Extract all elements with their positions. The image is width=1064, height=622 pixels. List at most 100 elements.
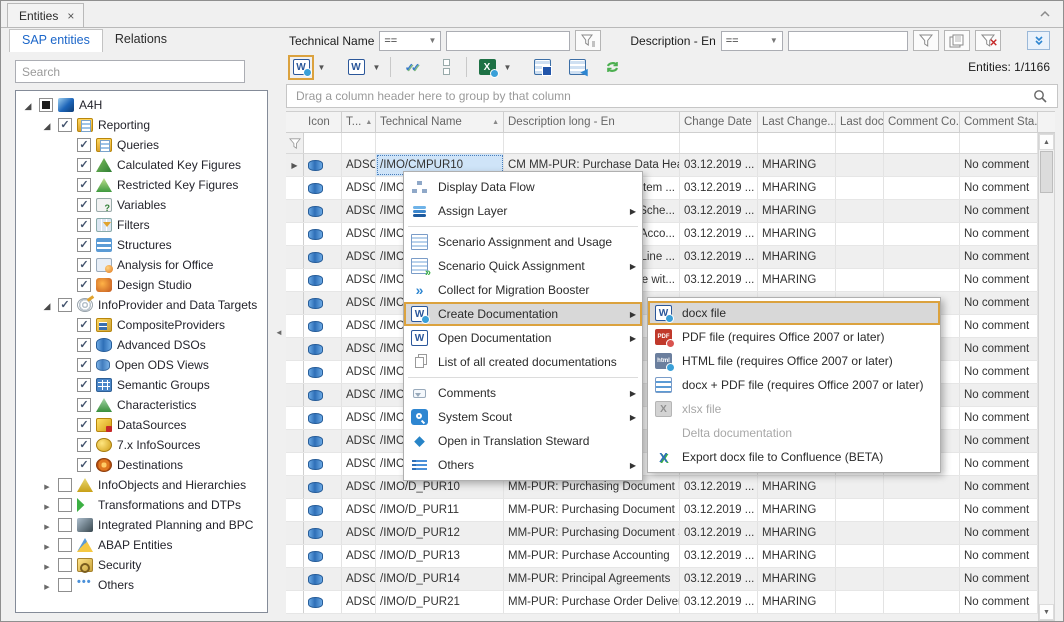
context-menu-item[interactable]: Open in Translation Steward ▶ — [404, 429, 642, 453]
column-header[interactable]: Technical Name ▲ — [376, 112, 504, 132]
tree-checkbox[interactable] — [77, 218, 91, 232]
submenu-item[interactable]: HTML file (requires Office 2007 or later… — [648, 349, 940, 373]
filter-cell[interactable] — [836, 133, 884, 153]
clear-filter-button[interactable]: ✕ — [975, 30, 1001, 51]
context-menu-item[interactable]: Comments ▶ — [404, 381, 642, 405]
tree-checkbox[interactable] — [58, 498, 72, 512]
submenu-item[interactable]: Delta documentation ▶ — [648, 421, 940, 445]
filter-cell[interactable] — [342, 133, 376, 153]
tree-item[interactable]: DataSources — [16, 415, 267, 435]
tree-item[interactable]: Advanced DSOs — [16, 335, 267, 355]
panel-splitter[interactable]: ◄ — [273, 28, 283, 621]
tree-item[interactable]: Variables — [16, 195, 267, 215]
table-row[interactable]: ADSO /IMO... Item ... 03.12.2019 ... MHA… — [286, 177, 1055, 200]
tree-item[interactable]: Transformations and DTPs — [16, 495, 267, 515]
tree-item[interactable]: CompositeProviders — [16, 315, 267, 335]
tree-checkbox[interactable] — [58, 578, 72, 592]
technical-name-cell[interactable]: /IMO/D_PUR14 — [376, 568, 504, 590]
table-row[interactable]: ADSO /IMO... : Line ... 03.12.2019 ... M… — [286, 246, 1055, 269]
technical-name-filter-input[interactable] — [446, 31, 570, 51]
table-row[interactable]: ADSO /IMO... Sche... 03.12.2019 ... MHAR… — [286, 200, 1055, 223]
context-menu-item[interactable]: Scenario Assignment and Usage ▶ — [404, 230, 642, 254]
uncheck-all-button[interactable] — [433, 55, 459, 80]
column-header[interactable]: Comment Sta... ▲ — [960, 112, 1038, 132]
tree-checkbox[interactable] — [77, 378, 91, 392]
table-row[interactable]: ADSO /IMO/D_PUR21 MM-PUR: Purchase Order… — [286, 591, 1055, 614]
tree-checkbox[interactable] — [77, 158, 91, 172]
tree-item[interactable]: InfoObjects and Hierarchies — [16, 475, 267, 495]
table-row[interactable]: ADSO /IMO... e wit... 03.12.2019 ... MHA… — [286, 269, 1055, 292]
tab-entities[interactable]: Entities × — [7, 3, 84, 27]
tree-item[interactable]: Semantic Groups — [16, 375, 267, 395]
filter-cell[interactable] — [504, 133, 680, 153]
filter-cell[interactable] — [884, 133, 960, 153]
submenu-item[interactable]: Export docx file to Confluence (BETA) ▶ — [648, 445, 940, 469]
column-header[interactable]: Comment Co... ▲ — [884, 112, 960, 132]
column-header[interactable]: Last doc. ▲ — [836, 112, 884, 132]
tree-item[interactable]: A4H — [16, 95, 267, 115]
tree-expander-icon[interactable] — [41, 118, 53, 132]
tree-checkbox[interactable] — [58, 558, 72, 572]
collapse-left-icon[interactable]: ◄ — [275, 328, 283, 337]
tree-item[interactable]: Destinations — [16, 455, 267, 475]
search-icon[interactable] — [1033, 89, 1048, 104]
filter-cell[interactable] — [680, 133, 758, 153]
open-docx-button[interactable] — [343, 55, 369, 80]
table-row[interactable]: ADSO /IMO/D_PUR10 MM-PUR: Purchasing Doc… — [286, 476, 1055, 499]
context-menu-item[interactable]: Others ▶ — [404, 453, 642, 477]
tree-checkbox[interactable] — [77, 198, 91, 212]
context-menu-item[interactable]: List of all created documentations ▶ — [404, 350, 642, 374]
tree-item[interactable]: Integrated Planning and BPC — [16, 515, 267, 535]
tree-item[interactable]: Analysis for Office — [16, 255, 267, 275]
table-row[interactable]: ADSO /IMO/CMPUR10 CM MM-PUR: Purchase Da… — [286, 154, 1055, 177]
context-menu-item[interactable]: Create Documentation ▶ — [404, 302, 642, 326]
technical-name-cell[interactable]: /IMO/D_PUR12 — [376, 522, 504, 544]
expand-filter-row-button[interactable] — [1027, 31, 1050, 50]
context-menu-item[interactable]: Open Documentation ▶ — [404, 326, 642, 350]
scroll-up-icon[interactable]: ▲ — [1039, 134, 1054, 150]
tree-item[interactable]: Characteristics — [16, 395, 267, 415]
filter-cell[interactable] — [376, 133, 504, 153]
group-by-bar[interactable]: Drag a column header here to group by th… — [286, 84, 1058, 108]
tree-item[interactable]: ABAP Entities — [16, 535, 267, 555]
technical-name-filter-menu-button[interactable] — [575, 30, 601, 51]
table-row[interactable]: ADSO /IMO/D_PUR12 MM-PUR: Purchasing Doc… — [286, 522, 1055, 545]
tree-checkbox[interactable] — [77, 258, 91, 272]
check-all-button[interactable] — [398, 55, 424, 80]
tree-expander-icon[interactable] — [41, 298, 53, 312]
vertical-scrollbar[interactable]: ▲ ▼ — [1038, 133, 1055, 621]
tree-checkbox[interactable] — [77, 458, 91, 472]
tree-checkbox[interactable] — [77, 358, 91, 372]
collapse-panel-icon[interactable] — [1039, 5, 1051, 23]
tree-checkbox[interactable] — [77, 178, 91, 192]
context-menu-item[interactable]: Display Data Flow ▶ — [404, 175, 642, 199]
tree-expander-icon[interactable] — [41, 578, 53, 592]
tab-relations[interactable]: Relations — [103, 29, 179, 52]
technical-name-cell[interactable]: /IMO/D_PUR21 — [376, 591, 504, 613]
context-menu-item[interactable]: Assign Layer ▶ — [404, 199, 642, 223]
tree-checkbox[interactable] — [77, 278, 91, 292]
tree-checkbox[interactable] — [77, 138, 91, 152]
column-header[interactable]: Description long - En ▲ — [504, 112, 680, 132]
scrollbar-thumb[interactable] — [1040, 151, 1053, 193]
table-row[interactable]: ADSO /IMO/D_PUR14 MM-PUR: Principal Agre… — [286, 568, 1055, 591]
tree-expander-icon[interactable] — [41, 478, 53, 492]
create-docx-dropdown[interactable]: ▼ — [315, 63, 328, 72]
tree-expander-icon[interactable] — [41, 538, 53, 552]
context-menu-item[interactable]: Collect for Migration Booster ▶ — [404, 278, 642, 302]
tree-item[interactable]: Design Studio — [16, 275, 267, 295]
tree-item[interactable]: Reporting — [16, 115, 267, 135]
tree-expander-icon[interactable] — [41, 558, 53, 572]
description-filter-input[interactable] — [788, 31, 908, 51]
tree-checkbox[interactable] — [77, 338, 91, 352]
table-row[interactable]: ADSO /IMO... Acco... 03.12.2019 ... MHAR… — [286, 223, 1055, 246]
column-header[interactable]: Last Change... ▲ — [758, 112, 836, 132]
filter-cell[interactable] — [758, 133, 836, 153]
submenu-item[interactable]: xlsx file ▶ — [648, 397, 940, 421]
tree-item[interactable]: Restricted Key Figures — [16, 175, 267, 195]
context-menu-item[interactable]: Scenario Quick Assignment ▶ — [404, 254, 642, 278]
submenu-item[interactable]: docx + PDF file (requires Office 2007 or… — [648, 373, 940, 397]
tree-checkbox[interactable] — [39, 98, 53, 112]
tree-expander-icon[interactable] — [22, 98, 34, 112]
tree-checkbox[interactable] — [77, 318, 91, 332]
